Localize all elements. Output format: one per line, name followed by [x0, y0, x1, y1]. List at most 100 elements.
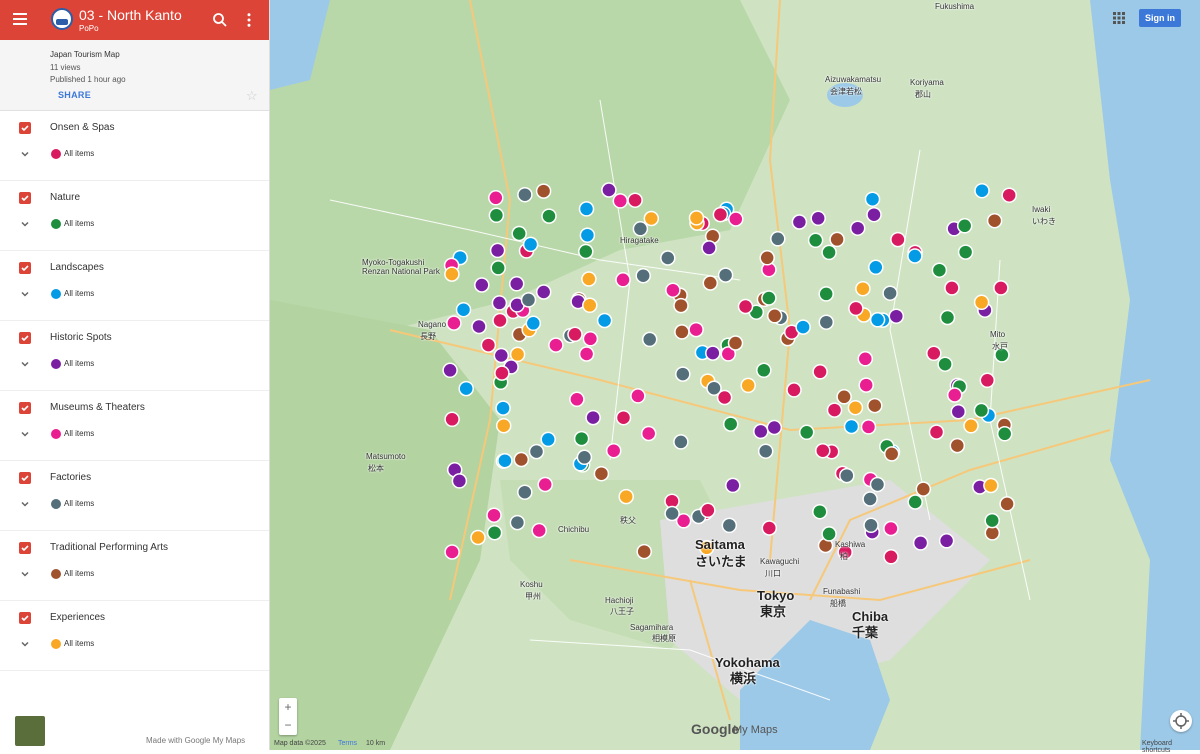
poi-marker[interactable]: [907, 494, 923, 510]
poi-marker[interactable]: [582, 331, 599, 347]
poi-marker[interactable]: [815, 442, 831, 459]
poi-marker[interactable]: [725, 477, 741, 494]
layer-checkbox[interactable]: [19, 472, 31, 484]
poi-marker[interactable]: [759, 250, 775, 266]
poi-marker[interactable]: [938, 533, 955, 549]
poi-marker[interactable]: [702, 275, 719, 291]
basemap-thumbnail[interactable]: [15, 716, 45, 746]
poi-marker[interactable]: [993, 280, 1009, 296]
poi-marker[interactable]: [537, 476, 553, 493]
layer-items-label[interactable]: All items: [64, 149, 94, 158]
layer-name[interactable]: Onsen & Spas: [50, 122, 114, 133]
poi-marker[interactable]: [867, 397, 883, 414]
poi-marker[interactable]: [632, 221, 649, 237]
poi-marker[interactable]: [836, 389, 852, 405]
poi-marker[interactable]: [540, 431, 556, 448]
poi-marker[interactable]: [688, 210, 705, 226]
poi-marker[interactable]: [513, 451, 530, 468]
poi-marker[interactable]: [640, 425, 657, 442]
chevron-down-icon[interactable]: [19, 288, 31, 300]
zoom-in-button[interactable]: +: [279, 698, 297, 716]
more-vert-icon[interactable]: [240, 11, 258, 29]
poi-marker[interactable]: [635, 267, 651, 284]
layer-checkbox[interactable]: [19, 542, 31, 554]
poi-marker[interactable]: [578, 346, 595, 362]
poi-marker[interactable]: [866, 206, 882, 223]
poi-marker[interactable]: [444, 544, 460, 560]
chevron-down-icon[interactable]: [19, 638, 31, 650]
layer-items-label[interactable]: All items: [64, 569, 94, 578]
layer-name[interactable]: Museums & Theaters: [50, 402, 145, 413]
poi-marker[interactable]: [957, 244, 974, 260]
poi-marker[interactable]: [508, 276, 525, 292]
poi-marker[interactable]: [531, 522, 547, 539]
zoom-out-button[interactable]: −: [279, 716, 297, 734]
poi-marker[interactable]: [470, 529, 486, 546]
poi-marker[interactable]: [1001, 187, 1017, 203]
poi-marker[interactable]: [937, 356, 953, 372]
poi-marker[interactable]: [869, 476, 886, 493]
poi-marker[interactable]: [493, 347, 510, 364]
poi-marker[interactable]: [630, 388, 646, 404]
poi-marker[interactable]: [688, 321, 704, 338]
poi-marker[interactable]: [486, 524, 503, 541]
poi-marker[interactable]: [486, 507, 502, 523]
poi-marker[interactable]: [722, 416, 739, 432]
poi-marker[interactable]: [753, 423, 769, 440]
poi-marker[interactable]: [489, 242, 506, 259]
poi-marker[interactable]: [946, 387, 963, 403]
poi-marker[interactable]: [821, 526, 837, 542]
poi-marker[interactable]: [581, 271, 597, 287]
layer-name[interactable]: Historic Spots: [50, 332, 112, 343]
map-canvas[interactable]: Fukushima Koriyama 郡山 Iwaki いわき Nagano 長…: [270, 0, 1200, 750]
poi-marker[interactable]: [826, 402, 843, 418]
poi-marker[interactable]: [863, 517, 879, 534]
poi-marker[interactable]: [949, 437, 966, 454]
star-icon[interactable]: ☆: [246, 88, 258, 104]
poi-marker[interactable]: [766, 419, 783, 436]
poi-marker[interactable]: [786, 382, 802, 398]
poi-marker[interactable]: [931, 262, 948, 278]
poi-marker[interactable]: [979, 372, 996, 389]
layer-name[interactable]: Landscapes: [50, 262, 104, 273]
chevron-down-icon[interactable]: [19, 428, 31, 440]
poi-marker[interactable]: [618, 488, 634, 505]
poi-marker[interactable]: [446, 315, 462, 331]
layer-checkbox[interactable]: [19, 612, 31, 624]
poi-marker[interactable]: [520, 292, 537, 308]
poi-marker[interactable]: [471, 318, 487, 335]
poi-marker[interactable]: [860, 419, 877, 435]
layer-checkbox[interactable]: [19, 402, 31, 414]
poi-marker[interactable]: [517, 186, 533, 203]
chevron-down-icon[interactable]: [19, 148, 31, 160]
layer-checkbox[interactable]: [19, 122, 31, 134]
poi-marker[interactable]: [999, 496, 1015, 512]
poi-marker[interactable]: [636, 543, 652, 560]
layer-items-label[interactable]: All items: [64, 289, 94, 298]
poi-marker[interactable]: [474, 277, 490, 293]
poi-marker[interactable]: [740, 377, 756, 394]
poi-marker[interactable]: [727, 335, 744, 351]
my-location-button[interactable]: [1170, 710, 1192, 732]
poi-marker[interactable]: [569, 391, 585, 408]
poi-marker[interactable]: [700, 502, 716, 519]
layer-items-label[interactable]: All items: [64, 639, 94, 648]
poi-marker[interactable]: [548, 337, 564, 353]
poi-marker[interactable]: [829, 231, 845, 248]
share-button[interactable]: SHARE: [58, 90, 91, 100]
poi-marker[interactable]: [612, 193, 629, 209]
layer-checkbox[interactable]: [19, 332, 31, 344]
poi-marker[interactable]: [664, 505, 680, 522]
layer-items-label[interactable]: All items: [64, 219, 94, 228]
layer-name[interactable]: Nature: [50, 192, 80, 203]
layer-items-label[interactable]: All items: [64, 359, 94, 368]
poi-marker[interactable]: [737, 298, 754, 315]
poi-marker[interactable]: [582, 297, 598, 314]
terms-link[interactable]: Terms: [338, 740, 357, 747]
poi-marker[interactable]: [444, 411, 460, 428]
poi-marker[interactable]: [862, 491, 878, 507]
poi-marker[interactable]: [576, 449, 593, 466]
poi-marker[interactable]: [511, 225, 527, 242]
poi-marker[interactable]: [535, 183, 552, 199]
poi-marker[interactable]: [492, 312, 508, 329]
